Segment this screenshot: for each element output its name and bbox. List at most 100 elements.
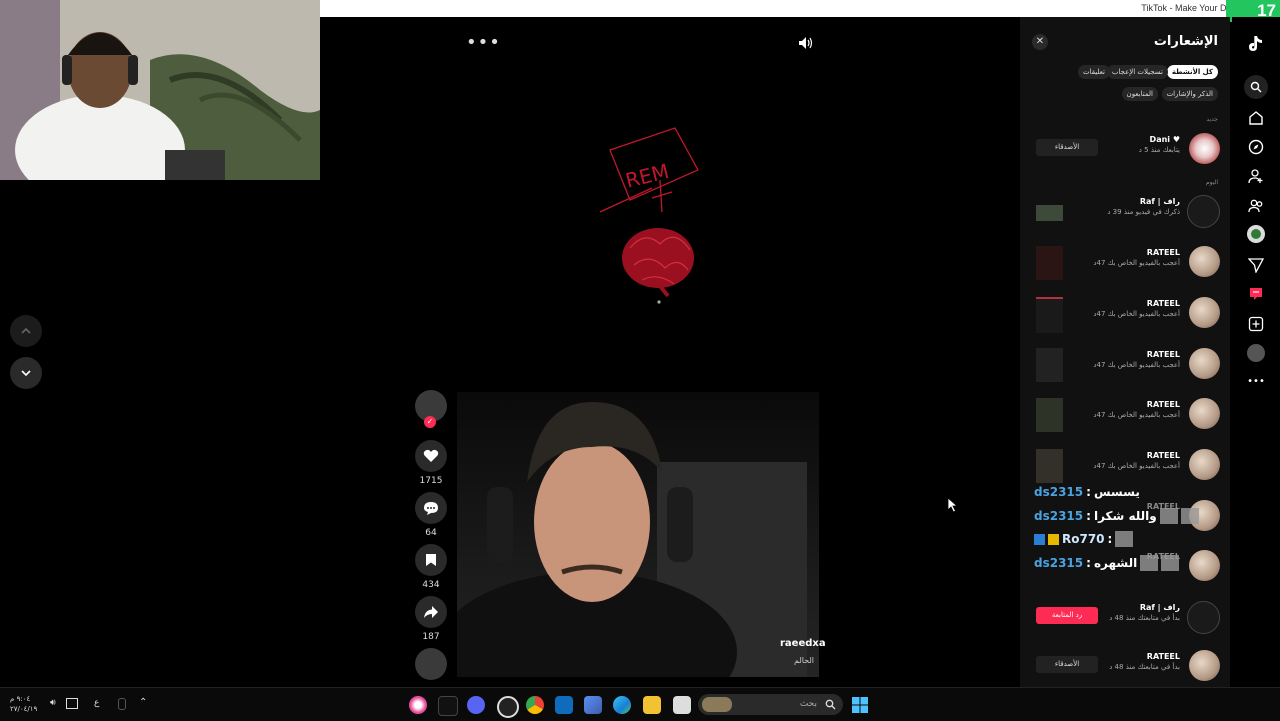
notification-name: ♥ Dani (1149, 135, 1180, 144)
chevron-up-icon (21, 327, 31, 334)
search-icon[interactable] (1244, 75, 1268, 99)
section-today-label: اليوم (1205, 179, 1218, 186)
emote-icon (1159, 508, 1178, 524)
app-icon-2[interactable] (673, 696, 691, 714)
notifications-title: الإشعارات (1153, 34, 1218, 49)
notification-item[interactable]: ♥ Dani يتابعك منذ 5 د الأصدقاء (1020, 133, 1230, 181)
friends-button[interactable]: الأصدقاء (1036, 139, 1098, 156)
video-frame-drawing: REM (599, 127, 699, 304)
notification-name: RATEEL (1146, 400, 1180, 409)
input-language-indicator[interactable]: ع (94, 698, 99, 708)
more-options-icon[interactable]: ••• (466, 32, 501, 53)
notification-desc: أعجب بالفيديو الخاص بك 47د (1093, 310, 1180, 318)
video-caption: الحالم (794, 656, 815, 665)
chat-separator: : (1107, 532, 1113, 546)
video-thumbnail (1036, 449, 1063, 483)
tiktok-logo-icon[interactable] (1247, 35, 1265, 53)
notification-desc: أعجب بالفيديو الخاص بك 47د (1093, 411, 1180, 419)
share-icon (424, 606, 438, 618)
follow-check-icon: ✓ (424, 416, 436, 428)
emote-icon (1140, 555, 1159, 571)
chat-text: يسسس (1093, 485, 1140, 499)
app-icon-1[interactable] (409, 696, 427, 714)
volume-button[interactable] (798, 35, 814, 54)
avatar (1189, 449, 1220, 480)
notification-item[interactable]: راف | Raf ذكرك في فيديو منذ 39 د (1020, 195, 1230, 243)
sound-disc[interactable] (415, 648, 447, 680)
avatar (1189, 650, 1220, 681)
windows-taskbar: ٩:٠٤ م ٢٧/٠٤/١٩ 🔊︎ ع ⌃ بحث (0, 687, 1280, 721)
chat-text: الشهره (1093, 556, 1138, 570)
explore-icon[interactable] (1247, 138, 1265, 156)
profile-avatar-icon[interactable] (1247, 344, 1265, 362)
activity-icon[interactable] (1247, 285, 1265, 303)
chrome-icon[interactable] (526, 696, 544, 714)
following-icon[interactable] (1247, 167, 1265, 185)
close-icon[interactable]: ✕ (1032, 34, 1048, 50)
chat-message: ds2315: والله شكرا (1034, 508, 1199, 524)
file-explorer-icon[interactable] (643, 696, 661, 714)
upload-icon[interactable] (1247, 315, 1265, 333)
like-count: 1715 (419, 476, 443, 486)
edge-icon[interactable] (613, 696, 631, 714)
notification-name: RATEEL (1146, 350, 1180, 359)
creator-avatar[interactable]: ✓ (415, 390, 447, 428)
bookmark-icon (426, 554, 436, 566)
filter-likes[interactable]: تسجيلات الإعجاب (1106, 65, 1168, 79)
filter-comments[interactable]: تعليقات (1077, 65, 1110, 79)
notification-item[interactable]: RATEEL أعجب بالفيديو الخاص بك 47د (1020, 297, 1230, 345)
obs-icon[interactable] (497, 696, 519, 718)
avatar (1189, 297, 1220, 328)
follow-back-button[interactable]: رد المتابعة (1036, 607, 1098, 624)
clock-date: ٢٧/٠٤/١٩ (10, 705, 38, 713)
comment-icon (424, 501, 438, 515)
comment-button[interactable] (415, 492, 447, 524)
store-icon[interactable] (584, 696, 602, 714)
chat-separator: : (1086, 556, 1091, 570)
next-video-button[interactable] (10, 357, 42, 389)
like-button[interactable] (415, 440, 447, 472)
notification-name: راف | Raf (1139, 603, 1180, 612)
microphone-tray-icon[interactable] (118, 698, 126, 710)
chat-message: Ro770: (1034, 531, 1134, 547)
outlook-icon[interactable] (555, 696, 573, 714)
chat-separator: : (1086, 485, 1091, 499)
avatar (1189, 550, 1220, 581)
filter-all-activity[interactable]: كل الأنشطة (1166, 65, 1218, 79)
more-icon[interactable]: ••• (1247, 372, 1265, 390)
share-button[interactable] (415, 596, 447, 628)
filter-mentions[interactable]: الذكر والإشارات (1161, 87, 1218, 101)
emote-icon (1161, 555, 1180, 571)
friends-button[interactable]: الأصدقاء (1036, 656, 1098, 673)
share-count: 187 (422, 632, 440, 642)
notification-item[interactable]: راف | Raf بدأ في متابعتك منذ 48 د رد الم… (1020, 601, 1230, 649)
avatar (1189, 133, 1220, 164)
discord-icon[interactable] (467, 696, 485, 714)
notification-name: RATEEL (1146, 248, 1180, 257)
notification-item[interactable]: RATEEL أعجب بالفيديو الخاص بك 47د (1020, 246, 1230, 294)
volume-tray-icon[interactable]: 🔊︎ (50, 698, 56, 708)
taskbar-clock[interactable]: ٩:٠٤ م ٢٧/٠٤/١٩ (10, 694, 37, 714)
save-count: 434 (422, 580, 440, 590)
filter-followers[interactable]: المتابعون (1121, 87, 1158, 101)
drawing-rem-text: REM (623, 159, 671, 193)
search-placeholder: بحث (799, 699, 817, 709)
tiktok-taskbar-icon[interactable] (438, 696, 458, 716)
windows-start-icon[interactable] (852, 697, 868, 713)
live-avatar-icon[interactable] (1247, 225, 1265, 243)
emote-icon (1115, 531, 1134, 547)
video-author[interactable]: raeedxa (780, 638, 826, 649)
network-tray-icon[interactable] (66, 698, 78, 709)
friends-icon[interactable] (1247, 197, 1265, 215)
notification-item[interactable]: RATEEL أعجب بالفيديو الخاص بك 47د (1020, 398, 1230, 446)
previous-video-button[interactable] (10, 315, 42, 347)
chat-username: ds2315 (1034, 556, 1084, 570)
chevron-up-icon[interactable]: ⌃ (139, 697, 147, 708)
notification-name: RATEEL (1146, 299, 1180, 308)
save-button[interactable] (415, 544, 447, 576)
taskbar-search[interactable]: بحث (698, 694, 843, 715)
home-icon[interactable] (1247, 109, 1265, 127)
messages-icon[interactable] (1247, 256, 1265, 274)
avatar (1189, 398, 1220, 429)
notification-item[interactable]: RATEEL أعجب بالفيديو الخاص بك 47د (1020, 348, 1230, 396)
